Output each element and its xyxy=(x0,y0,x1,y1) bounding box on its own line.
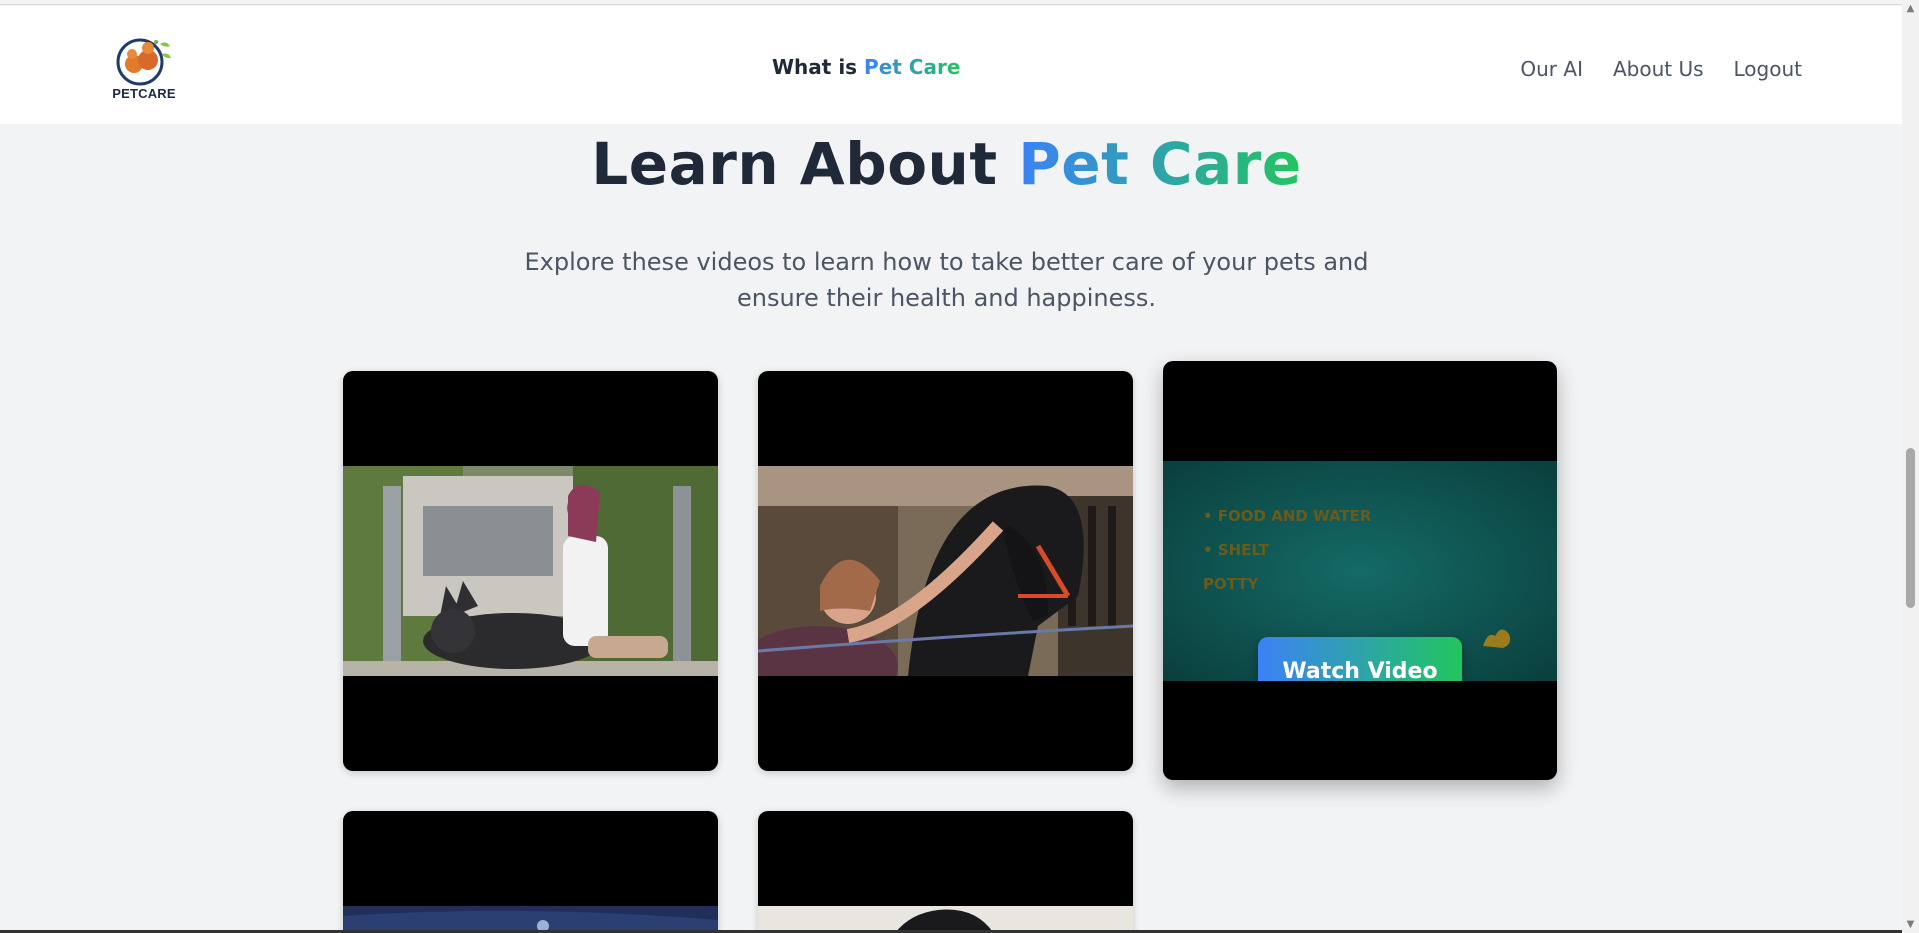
page-viewport: PETCARE What is Pet Care Our AI About Us… xyxy=(0,0,1902,933)
video-card-5[interactable] xyxy=(758,811,1133,933)
nav-center-highlight: Pet Care xyxy=(864,55,961,79)
video-thumbnail-5 xyxy=(758,906,1133,933)
nav-links: Our AI About Us Logout xyxy=(1520,57,1802,81)
scroll-down-arrow-icon[interactable]: ▼ xyxy=(1902,916,1919,933)
video-card-4[interactable] xyxy=(343,811,718,933)
bullet-food-water: • FOOD AND WATER xyxy=(1203,507,1372,525)
bullet-shelter: • SHELT xyxy=(1203,541,1269,559)
bullet-potty: POTTY xyxy=(1203,575,1259,593)
pet-logo-icon xyxy=(116,38,171,86)
page-subtitle: Explore these videos to learn how to tak… xyxy=(524,248,1369,312)
page-title-highlight: Pet Care xyxy=(1018,130,1302,198)
page-title: Learn About Pet Care xyxy=(0,130,1893,198)
page-title-prefix: Learn About xyxy=(591,130,998,198)
nav-what-is-pet-care[interactable]: What is Pet Care xyxy=(772,55,960,79)
video-card-2[interactable] xyxy=(758,371,1133,771)
video-card-1[interactable] xyxy=(343,371,718,771)
nav-link-about-us[interactable]: About Us xyxy=(1613,57,1704,81)
logo-text: PETCARE xyxy=(112,86,176,101)
nav-center-prefix: What is xyxy=(772,55,858,79)
nav-link-our-ai[interactable]: Our AI xyxy=(1520,57,1583,81)
video-thumbnail-3: • FOOD AND WATER • SHELT POTTY Watch Vid… xyxy=(1163,461,1557,681)
scrollbar-thumb[interactable] xyxy=(1906,448,1915,608)
top-border xyxy=(0,0,1902,5)
video-3-bullets: • FOOD AND WATER • SHELT POTTY xyxy=(1203,499,1371,601)
scroll-up-arrow-icon[interactable]: ▲ xyxy=(1902,0,1919,17)
video-thumbnail-1 xyxy=(343,466,718,676)
navbar: PETCARE What is Pet Care Our AI About Us… xyxy=(0,6,1902,124)
video-thumbnail-4 xyxy=(343,906,718,933)
vertical-scrollbar[interactable]: ▲ ▼ xyxy=(1902,0,1919,933)
video-card-3[interactable]: • FOOD AND WATER • SHELT POTTY Watch Vid… xyxy=(1163,361,1557,780)
watch-video-button[interactable]: Watch Video xyxy=(1258,637,1462,681)
nav-link-logout[interactable]: Logout xyxy=(1734,57,1802,81)
video-thumbnail-2 xyxy=(758,466,1133,676)
petcare-logo[interactable]: PETCARE xyxy=(110,34,178,104)
